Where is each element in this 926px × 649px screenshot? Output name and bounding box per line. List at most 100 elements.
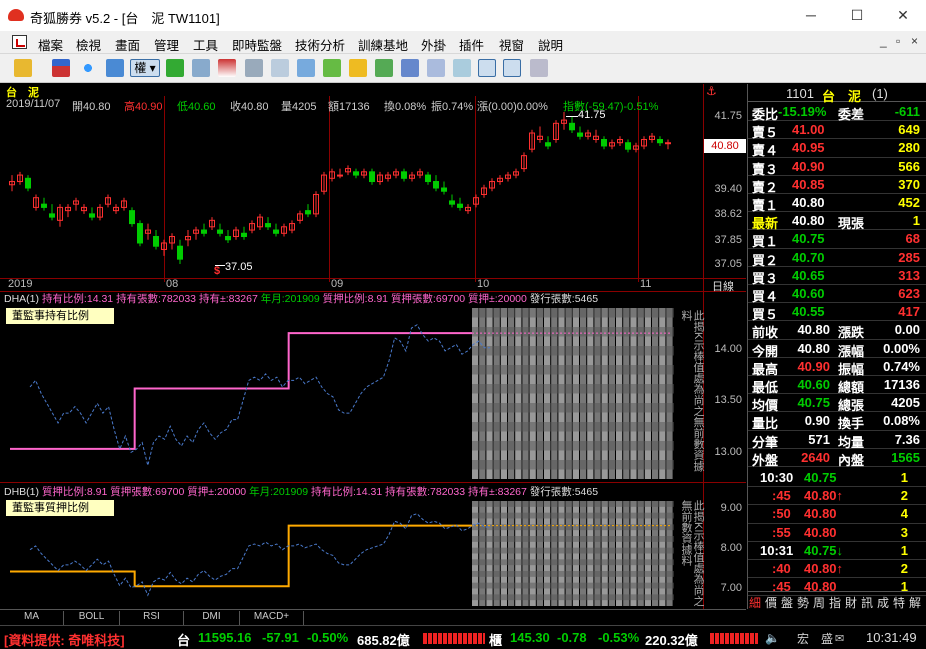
menu-view[interactable]: 檢視 xyxy=(76,35,101,54)
dhb-hold-shares: 持有張數:782033 xyxy=(385,486,466,498)
toolbar-icon-17[interactable] xyxy=(453,59,471,77)
toolbar-icon-15[interactable] xyxy=(401,59,419,77)
toolbar-icon-19[interactable] xyxy=(503,59,521,77)
volume-icon[interactable]: 🔈 xyxy=(765,631,780,645)
tick-time: 10:31 xyxy=(760,542,794,558)
toolbar-icon-9[interactable] xyxy=(245,59,263,77)
toolbar-icon-13[interactable] xyxy=(349,59,367,77)
no-data-stripe xyxy=(472,547,674,554)
price-overlay-line xyxy=(29,324,490,466)
toolbar-icon-8[interactable] xyxy=(218,59,236,77)
menu-file[interactable]: 檔案 xyxy=(38,35,63,54)
quote-tab[interactable]: 成 xyxy=(877,594,889,611)
x-tick-09: 09 xyxy=(331,278,344,290)
stat-value: 40.80 xyxy=(797,340,830,356)
last-label: 最新 xyxy=(752,216,779,232)
bid-row: 買２ 40.70 285 xyxy=(748,249,926,268)
quote-tab[interactable]: 盤 xyxy=(781,594,793,611)
menu-screen[interactable]: 畫面 xyxy=(115,35,140,54)
ask-volume: 370 xyxy=(898,176,920,192)
quote-tab[interactable]: 價 xyxy=(765,594,777,611)
no-data-stripe xyxy=(472,308,674,318)
dha-hold-change: 持有±:83267 xyxy=(198,293,258,305)
quote-tab[interactable]: 周 xyxy=(813,594,825,611)
close-button[interactable]: ✕ xyxy=(880,0,926,31)
toolbar-icon-16[interactable] xyxy=(427,59,445,77)
toolbar-icon-2[interactable] xyxy=(52,59,70,77)
stat-label: 前收 xyxy=(752,325,779,341)
mdi-minimize-button[interactable]: _ xyxy=(880,34,887,48)
menu-training[interactable]: 訓練基地 xyxy=(358,35,408,54)
candle-body xyxy=(601,138,607,147)
toolbar-icon-20[interactable] xyxy=(530,59,548,77)
dhb-tick-1: 9.00 xyxy=(720,502,742,514)
toolbar-icon-6[interactable] xyxy=(166,59,184,77)
period-label[interactable]: 日線 xyxy=(712,278,734,294)
no-data-stripe xyxy=(472,460,674,470)
quote-tab[interactable]: 指 xyxy=(829,594,841,611)
toolbar-icon-14[interactable] xyxy=(375,59,393,77)
maximize-button[interactable]: ☐ xyxy=(834,0,880,31)
menu-addon[interactable]: 插件 xyxy=(459,35,484,54)
menu-manage[interactable]: 管理 xyxy=(154,35,179,54)
mail-icon[interactable]: ✉ xyxy=(835,632,844,645)
quote-tab[interactable]: 解 xyxy=(909,594,921,611)
ask-volume: 566 xyxy=(898,158,920,174)
toolbar-icon-7[interactable] xyxy=(192,59,210,77)
stock-select-label: 權 xyxy=(134,61,147,75)
menu-window[interactable]: 視窗 xyxy=(499,35,524,54)
x-tick-08: 08 xyxy=(166,278,179,290)
stat-value: 17136 xyxy=(883,377,920,392)
tab-ma[interactable]: MA xyxy=(0,611,64,625)
mdi-close-button[interactable]: × xyxy=(911,34,918,48)
ask-volume: 280 xyxy=(898,140,920,156)
ask-label: 賣５ xyxy=(752,125,779,141)
crosshair-icon[interactable] xyxy=(79,59,97,77)
quote-tab[interactable]: 財 xyxy=(845,594,857,611)
menu-tools[interactable]: 工具 xyxy=(193,35,218,54)
ask-price: 41.00 xyxy=(792,122,825,138)
toolbar-icon-12[interactable] xyxy=(323,59,341,77)
bid-row: 買４ 40.60 623 xyxy=(748,285,926,304)
price-tick-6: 37.05 xyxy=(714,258,742,270)
candle-body xyxy=(449,200,455,205)
no-data-stripe xyxy=(472,559,674,566)
x-tick-10: 10 xyxy=(477,278,490,290)
anchor-icon[interactable]: ⚓ xyxy=(706,84,717,98)
quote-tab[interactable]: 細 xyxy=(749,594,761,611)
menu-realtime[interactable]: 即時監盤 xyxy=(232,35,282,54)
otc-strength-bar xyxy=(710,633,758,644)
stock-select-dropdown[interactable]: 權 ▾ xyxy=(130,59,160,77)
tab-boll[interactable]: BOLL xyxy=(64,611,120,625)
toolbar-icon-11[interactable] xyxy=(297,59,315,77)
chart-app-icon[interactable] xyxy=(12,35,27,49)
taiex-change: -57.91 xyxy=(262,630,299,645)
ask-row: 賣３ 40.90 566 xyxy=(748,158,926,177)
tab-rsi[interactable]: RSI xyxy=(120,611,184,625)
tab-macd[interactable]: MACD+ xyxy=(240,611,304,625)
candle-body xyxy=(625,142,631,150)
no-data-stripe xyxy=(472,365,674,375)
quote-tab[interactable]: 訊 xyxy=(861,594,873,611)
dhb-pledge-ratio: 質押比例:8.91 xyxy=(41,486,108,498)
bid-price: 40.65 xyxy=(792,267,825,283)
mdi-restore-button[interactable]: ▫ xyxy=(896,34,900,48)
dha-hold-shares: 持有張數:782033 xyxy=(116,293,197,305)
toolbar-icon-18[interactable] xyxy=(478,59,496,77)
stat-label: 均量 xyxy=(838,434,865,450)
status-bar: [資料提供: 奇唯科技] 台 11595.16 -57.91 -0.50% 68… xyxy=(0,625,926,649)
ask-row: 賣１ 40.80 452 xyxy=(748,194,926,213)
toolbar-icon-10[interactable] xyxy=(271,59,289,77)
chart-area[interactable]: ⚓ 台 泥 2019/11/07 開40.80 高40.90 低40.60 收4… xyxy=(0,84,746,609)
menu-technical[interactable]: 技術分析 xyxy=(295,35,345,54)
quote-tab[interactable]: 特 xyxy=(893,594,905,611)
minimize-button[interactable]: ─ xyxy=(788,0,834,31)
tab-dmi[interactable]: DMI xyxy=(184,611,240,625)
menu-help[interactable]: 說明 xyxy=(538,35,563,54)
quote-panel: 1101 台 泥 (1) 委比 -15.19% 委差 -611 賣５ 41.00 649 賣４… xyxy=(747,84,926,611)
menu-plugin[interactable]: 外掛 xyxy=(421,35,446,54)
quote-tab[interactable]: 勢 xyxy=(797,594,809,611)
open-folder-icon[interactable] xyxy=(14,59,32,77)
candle-body xyxy=(425,174,431,183)
layout-icon[interactable] xyxy=(106,59,124,77)
